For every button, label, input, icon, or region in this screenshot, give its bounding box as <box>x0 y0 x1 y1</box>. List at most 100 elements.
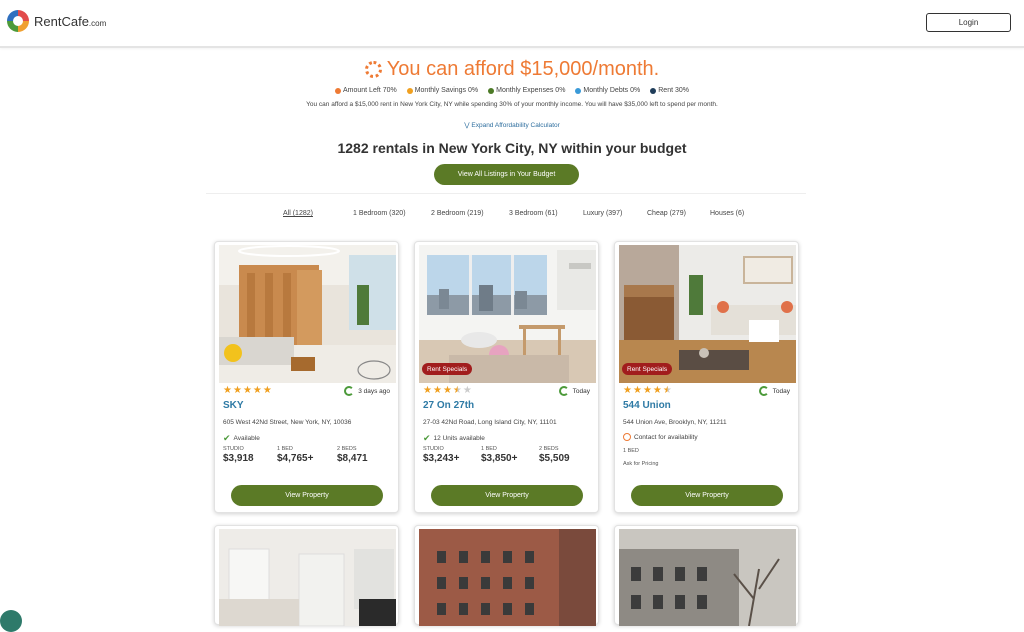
price-value: $3,243+ <box>423 453 460 464</box>
last-updated: Today <box>558 386 590 396</box>
rating-stars: ★ ★ ★ ★ ★ <box>623 386 672 396</box>
legend-item-monthly-expenses: Monthly Expenses 0% <box>488 87 565 94</box>
property-name[interactable]: SKY <box>223 400 244 411</box>
price-label: 2 BEDS <box>539 446 559 452</box>
listing-card[interactable] <box>614 525 799 626</box>
star-icon: ★ <box>432 385 442 396</box>
price-label: 1 BED <box>481 446 497 452</box>
chevron-down-icon: ⋁ <box>464 122 470 129</box>
rating-stars: ★ ★ ★ ★ ★ <box>423 386 472 396</box>
logo-icon <box>7 10 29 32</box>
legend-dot <box>334 87 341 94</box>
price-value: $5,509 <box>539 453 570 464</box>
legend-item-rent: Rent 30% <box>650 87 689 94</box>
property-address: 544 Union Ave, Brooklyn, NY, 11211 <box>623 419 727 426</box>
availability: ✔ 12 Units available <box>423 433 485 444</box>
refresh-icon <box>558 386 569 396</box>
expand-calculator-label: Expand Affordability Calculator <box>471 122 560 129</box>
refresh-icon <box>758 386 769 396</box>
tab-cheap[interactable]: Cheap (279) <box>647 210 686 217</box>
price-studio: STUDIO $3,918 <box>223 446 254 464</box>
star-icon: ★ <box>252 385 262 396</box>
legend-item-monthly-debts: Monthly Debts 0% <box>575 87 640 94</box>
view-property-button[interactable]: View Property <box>231 485 383 506</box>
affordability-legend: Amount Left 70% Monthly Savings 0% Month… <box>0 87 1024 94</box>
star-icon: ★ <box>442 385 452 396</box>
star-icon: ★ <box>642 385 652 396</box>
price-1-bed: 1 BED $3,850+ <box>481 446 517 464</box>
legend-dot <box>650 87 657 94</box>
star-icon: ★ <box>652 385 662 396</box>
tab-3-bedroom[interactable]: 3 Bedroom (61) <box>509 210 558 217</box>
tab-luxury[interactable]: Luxury (397) <box>583 210 622 217</box>
affordability-icon <box>364 61 382 78</box>
affordability-title: You can afford $15,000/month. <box>364 58 659 81</box>
tab-all[interactable]: All (1282) <box>283 210 313 217</box>
expand-calculator-link[interactable]: ⋁ Expand Affordability Calculator <box>0 121 1024 129</box>
rentcafe-logo[interactable]: RentCafe.com <box>7 10 106 32</box>
property-address: 27-03 42Nd Road, Long Island City, NY, 1… <box>423 419 557 426</box>
rent-specials-badge: Rent Specials <box>422 363 473 375</box>
legend-dot <box>406 87 413 94</box>
tab-1-bedroom[interactable]: 1 Bedroom (320) <box>353 210 406 217</box>
property-photo[interactable] <box>219 245 396 383</box>
availability: ✔ Available <box>223 433 260 444</box>
star-empty-icon: ★ <box>462 385 472 396</box>
listing-card[interactable]: Rent Specials ★ ★ ★ ★ ★ Today 27 On 27th… <box>414 241 599 513</box>
clock-icon <box>623 433 631 441</box>
star-icon: ★ <box>242 385 252 396</box>
view-property-button[interactable]: View Property <box>631 485 783 506</box>
property-photo[interactable] <box>219 529 396 626</box>
price-value: $4,765+ <box>277 453 314 464</box>
last-updated: Today <box>758 386 790 396</box>
price-value: $3,850+ <box>481 453 518 464</box>
bed-label: 1 BED <box>623 448 639 454</box>
results-headline: 1282 rentals in New York City, NY within… <box>337 140 687 156</box>
availability-text: Available <box>233 435 260 442</box>
listing-card[interactable] <box>214 525 399 626</box>
site-header: RentCafe.com Login <box>0 0 1024 48</box>
view-property-button[interactable]: View Property <box>431 485 583 506</box>
half-star-icon: ★ <box>452 385 462 396</box>
property-photo[interactable] <box>419 529 596 626</box>
tab-houses[interactable]: Houses (6) <box>710 210 744 217</box>
property-name[interactable]: 544 Union <box>623 400 671 411</box>
affordability-description: You can afford a $15,000 rent in New Yor… <box>306 101 718 108</box>
divider <box>206 193 806 194</box>
listing-card[interactable]: ★ ★ ★ ★ ★ 3 days ago SKY 605 West 42Nd S… <box>214 241 399 513</box>
price-2-beds: 2 BEDS $8,471 <box>337 446 368 464</box>
updated-text: Today <box>572 387 590 395</box>
legend-dot <box>488 87 495 94</box>
star-icon: ★ <box>623 385 632 396</box>
star-icon: ★ <box>632 385 642 396</box>
price-value: $8,471 <box>337 453 368 464</box>
listing-card[interactable] <box>414 525 599 626</box>
chat-widget-icon[interactable] <box>0 610 22 632</box>
price-label: STUDIO <box>223 446 244 452</box>
price-2-beds: 2 BEDS $5,509 <box>539 446 570 464</box>
legend-dot <box>575 87 582 94</box>
price-studio: STUDIO $3,243+ <box>423 446 459 464</box>
tab-2-bedroom[interactable]: 2 Bedroom (219) <box>431 210 484 217</box>
price-1-bed: 1 BED $4,765+ <box>277 446 313 464</box>
logo-text: RentCafe.com <box>34 13 107 29</box>
refresh-icon <box>344 386 355 396</box>
checkmark-icon: ✔ <box>223 433 231 443</box>
rating-stars: ★ ★ ★ ★ ★ <box>223 386 272 396</box>
property-address: 605 West 42Nd Street, New York, NY, 1003… <box>223 419 352 426</box>
availability-text: Contact for availability <box>634 433 698 441</box>
listing-card[interactable]: Rent Specials ★ ★ ★ ★ ★ Today 544 Union … <box>614 241 799 513</box>
property-name[interactable]: 27 On 27th <box>423 400 474 411</box>
price-label: 1 BED <box>277 446 293 452</box>
star-icon: ★ <box>262 385 272 396</box>
rent-specials-badge: Rent Specials <box>622 363 673 375</box>
view-all-listings-button[interactable]: View All Listings in Your Budget <box>434 164 579 185</box>
availability-text: 12 Units available <box>433 435 485 442</box>
availability: Contact for availability <box>623 433 698 441</box>
star-icon: ★ <box>423 385 432 396</box>
property-photo[interactable] <box>619 529 796 626</box>
affordability-summary: You can afford $15,000/month. <box>0 58 1024 83</box>
star-icon: ★ <box>232 385 242 396</box>
updated-text: Today <box>772 387 790 395</box>
login-button[interactable]: Login <box>926 13 1011 32</box>
